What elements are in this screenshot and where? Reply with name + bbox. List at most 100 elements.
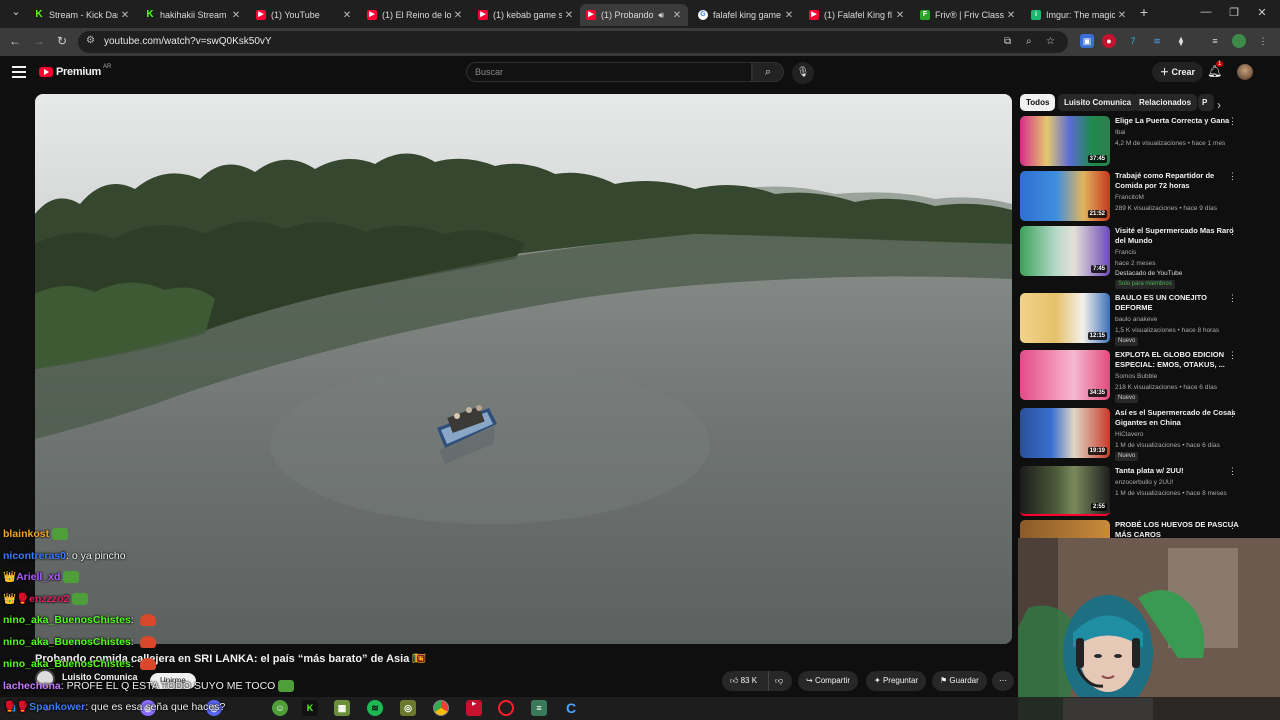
- extension-icon[interactable]: ●: [1102, 34, 1116, 48]
- search-button[interactable]: ⌕: [752, 62, 784, 82]
- ask-button[interactable]: ✦ Preguntar: [866, 671, 927, 691]
- close-tab-icon[interactable]: ✕: [118, 10, 132, 21]
- extension-icon[interactable]: ▣: [1080, 34, 1094, 48]
- account-avatar[interactable]: [1237, 64, 1253, 80]
- tab-search-icon[interactable]: ⌄: [8, 5, 24, 18]
- video-thumbnail[interactable]: 2:55: [1020, 466, 1110, 516]
- more-icon[interactable]: ⋮: [1228, 171, 1237, 182]
- close-tab-icon[interactable]: ✕: [782, 10, 796, 21]
- close-tab-icon[interactable]: ✕: [229, 10, 243, 21]
- more-icon[interactable]: ⋮: [1228, 350, 1237, 361]
- browser-tab[interactable]: ▶ (1) kebab game s ✕: [472, 4, 580, 26]
- chrome-icon[interactable]: [433, 700, 449, 716]
- video-title[interactable]: Elige La Puerta Correcta y Gana: [1115, 116, 1240, 126]
- close-tab-icon[interactable]: ✕: [670, 10, 684, 21]
- youtube-premium-logo[interactable]: Premium AR: [39, 64, 111, 78]
- recommended-video[interactable]: 12:15 BAULO ES UN CONEJITO DEFORME baulo…: [1020, 293, 1260, 346]
- browser-tab[interactable]: K hakihakii Stream ✕: [139, 4, 247, 26]
- channel-name[interactable]: enzocerbullo y 2UU!: [1115, 479, 1174, 486]
- browser-menu-icon[interactable]: ⋮: [1256, 34, 1270, 48]
- browser-tab[interactable]: ▶ (1) Falafel King fl ✕: [803, 4, 911, 26]
- chip-todos[interactable]: Todos: [1020, 94, 1056, 111]
- close-tab-icon[interactable]: ✕: [562, 10, 576, 21]
- browser-tab[interactable]: G falafel king game ✕: [692, 4, 800, 26]
- more-icon[interactable]: ⋮: [1228, 520, 1237, 531]
- close-tab-icon[interactable]: ✕: [893, 10, 907, 21]
- save-button[interactable]: ⚑ Guardar: [932, 671, 987, 691]
- close-tab-icon[interactable]: ✕: [340, 10, 354, 21]
- recommended-video[interactable]: 34:35 EXPLOTA EL GLOBO EDICION ESPECIAL:…: [1020, 350, 1260, 403]
- video-thumbnail[interactable]: 19:19: [1020, 408, 1110, 458]
- recommended-video[interactable]: 37:45 Elige La Puerta Correcta y Gana Ib…: [1020, 116, 1260, 168]
- speaker-icon[interactable]: 🔊︎: [658, 10, 664, 21]
- browser-tab[interactable]: K Stream - Kick Das ✕: [28, 4, 136, 26]
- more-icon[interactable]: ⋮: [1228, 226, 1237, 237]
- channel-name[interactable]: HiClavero: [1115, 431, 1144, 438]
- chevron-right-icon[interactable]: ›: [1217, 98, 1221, 112]
- video-thumbnail[interactable]: 37:45: [1020, 116, 1110, 166]
- channel-name[interactable]: Somos Bubble: [1115, 373, 1157, 380]
- recommended-video[interactable]: 2:55 Tanta plata w/ 2UU! enzocerbullo y …: [1020, 466, 1260, 518]
- video-title[interactable]: Trabajé como Repartidor de Comida por 72…: [1115, 171, 1240, 191]
- video-title[interactable]: Tanta plata w/ 2UU!: [1115, 466, 1240, 476]
- menu-icon[interactable]: [12, 66, 26, 78]
- close-tab-icon[interactable]: ✕: [1004, 10, 1018, 21]
- create-button[interactable]: ＋ Crear: [1152, 62, 1204, 82]
- bookmark-star-icon[interactable]: ☆: [1046, 36, 1055, 47]
- close-tab-icon[interactable]: ✕: [1115, 10, 1129, 21]
- close-window-icon[interactable]: ✕: [1254, 6, 1270, 19]
- site-info-icon[interactable]: ⚙: [86, 35, 95, 46]
- chip-relacionados[interactable]: Relacionados: [1133, 94, 1198, 111]
- browser-tab-active[interactable]: ▶ (1) Probando 🔊︎ ✕: [580, 4, 688, 26]
- restore-icon[interactable]: ❐: [1226, 6, 1242, 19]
- cast-icon[interactable]: ⧉: [1004, 36, 1011, 47]
- recommended-video[interactable]: PROBÉ LOS HUEVOS DE PASCUA MÁS CAROS ⋮: [1020, 520, 1260, 538]
- channel-name[interactable]: baulo anakeve: [1115, 316, 1157, 323]
- extension-icon[interactable]: 7: [1126, 34, 1140, 48]
- owl-icon[interactable]: ◎: [400, 700, 416, 716]
- new-tab-button[interactable]: +: [1136, 4, 1152, 20]
- recommended-video[interactable]: 7:45 Visité el Supermercado Mas Raro del…: [1020, 226, 1260, 292]
- browser-tab[interactable]: F Friv® | Friv Classi ✕: [914, 4, 1022, 26]
- video-thumbnail[interactable]: [1020, 520, 1110, 538]
- opera-icon[interactable]: [498, 700, 514, 716]
- video-thumbnail[interactable]: 7:45: [1020, 226, 1110, 276]
- more-icon[interactable]: ⋮: [1228, 408, 1237, 419]
- back-icon[interactable]: ←: [7, 34, 23, 48]
- share-button[interactable]: ↪ Compartir: [798, 671, 859, 691]
- frog-icon[interactable]: ☺: [272, 700, 288, 716]
- channel-name[interactable]: FrancitoM: [1115, 194, 1144, 201]
- search-input[interactable]: Buscar: [466, 62, 752, 82]
- recommended-video[interactable]: 19:19 Así es el Supermercado de Cosas Gi…: [1020, 408, 1260, 461]
- more-icon[interactable]: ⋮: [1228, 293, 1237, 304]
- video-thumbnail[interactable]: 12:15: [1020, 293, 1110, 343]
- like-button[interactable]: 👍︎ 83 K: [722, 671, 768, 691]
- dislike-button[interactable]: 👎︎: [768, 671, 792, 691]
- extension-icon[interactable]: ≋: [1150, 34, 1164, 48]
- close-tab-icon[interactable]: ✕: [451, 10, 465, 21]
- video-player[interactable]: [35, 94, 1012, 644]
- video-title[interactable]: BAULO ES UN CONEJITO DEFORME: [1115, 293, 1240, 313]
- address-bar[interactable]: ⚙ youtube.com/watch?v=swQ0Ksk50vY ⧉ ⌕ ☆: [78, 31, 1068, 53]
- chip-partial[interactable]: P: [1198, 94, 1214, 111]
- ccleaner-icon[interactable]: C: [563, 700, 579, 716]
- more-icon[interactable]: ⋮: [1228, 116, 1237, 127]
- more-actions-button[interactable]: ⋯: [992, 671, 1014, 691]
- browser-tab[interactable]: ▶ (1) El Reino de los ✕: [361, 4, 469, 26]
- more-icon[interactable]: ⋮: [1228, 466, 1237, 477]
- minecraft-icon[interactable]: ▦: [334, 700, 350, 716]
- minimize-icon[interactable]: —: [1198, 6, 1214, 18]
- forward-icon[interactable]: →: [31, 34, 47, 48]
- browser-tab[interactable]: ▶ (1) YouTube ✕: [250, 4, 358, 26]
- voice-search-button[interactable]: 🎙︎: [792, 62, 814, 84]
- video-title[interactable]: EXPLOTA EL GLOBO EDICION ESPECIAL: EMOS,…: [1115, 350, 1240, 370]
- browser-tab[interactable]: i Imgur: The magic ✕: [1025, 4, 1133, 26]
- video-thumbnail[interactable]: 21:52: [1020, 171, 1110, 221]
- kick-icon[interactable]: K: [302, 700, 318, 716]
- profile-avatar[interactable]: [1232, 34, 1246, 48]
- video-thumbnail[interactable]: 34:35: [1020, 350, 1110, 400]
- reading-list-icon[interactable]: ≡: [1208, 34, 1222, 48]
- video-title[interactable]: PROBÉ LOS HUEVOS DE PASCUA MÁS CAROS: [1115, 520, 1240, 538]
- twitter-icon[interactable]: ▶: [466, 700, 482, 716]
- reload-icon[interactable]: ↻: [54, 34, 70, 48]
